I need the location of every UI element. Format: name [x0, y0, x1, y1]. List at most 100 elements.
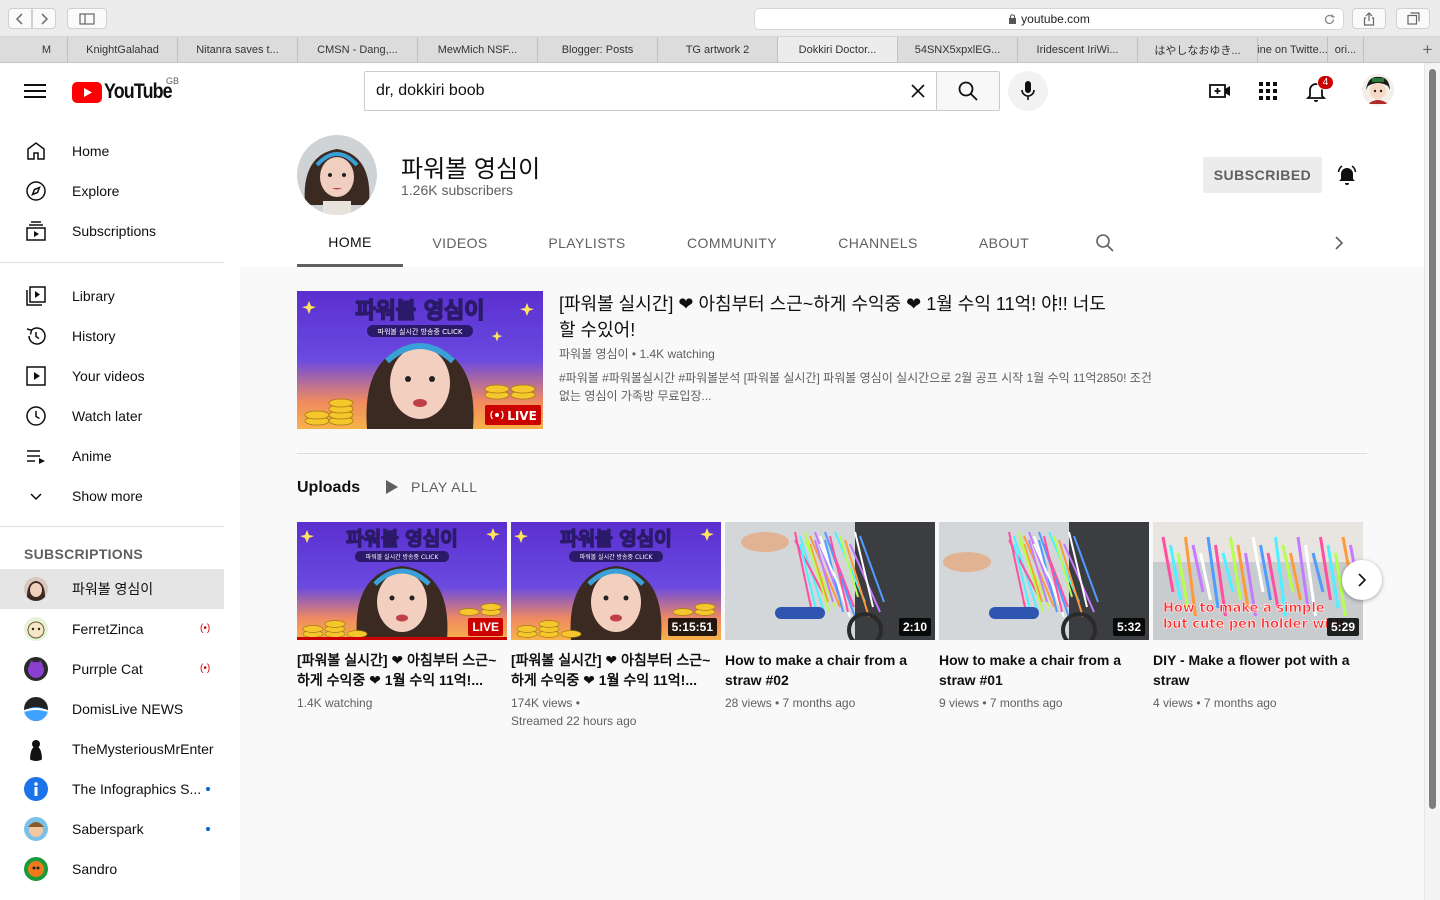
sidebar-item-your-videos[interactable]: Your videos [0, 356, 224, 396]
video-title[interactable]: DIY - Make a flower pot with a straw [1153, 650, 1363, 690]
video-card[interactable]: 파워볼 영심이 파워볼 실시간 방송중 CLICK 5:15:51 [파워볼 실시간]… [511, 522, 721, 730]
channel-name: 파워볼 영심이 [401, 156, 541, 183]
sidebar-item-explore[interactable]: Explore [0, 171, 224, 211]
tab-home[interactable]: HOME [297, 219, 403, 267]
play-all-button[interactable]: PLAY ALL [385, 479, 478, 495]
scrollbar-thumb[interactable] [1429, 69, 1436, 809]
search-box[interactable] [364, 71, 937, 111]
voice-search-button[interactable] [1008, 71, 1048, 111]
video-meta: 4 views • 7 months ago [1153, 694, 1363, 712]
subscription-item[interactable]: Purrple Cat (•) [0, 649, 224, 689]
video-title[interactable]: [파워볼 실시간] ❤ 아침부터 스근~하게 수익중 ❤ 1월 수익 11억!.… [297, 650, 507, 690]
sidebar-item-show-more[interactable]: Show more [0, 476, 224, 516]
browser-tab[interactable]: TG artwork 2 [658, 37, 778, 62]
address-bar[interactable]: youtube.com [754, 8, 1344, 30]
subscription-item[interactable]: The Infographics S... [0, 769, 224, 809]
browser-tab[interactable]: はやしなおゆき... [1138, 37, 1258, 62]
video-card[interactable]: 파워볼 영심이 파워볼 실시간 방송중 CLICK LIVE [파워볼 실시간] ❤ … [297, 522, 507, 712]
video-title[interactable]: How to make a chair from a straw #01 [939, 650, 1149, 690]
tab-videos[interactable]: VIDEOS [403, 219, 517, 267]
create-video-icon[interactable] [1208, 79, 1232, 103]
youtube-logo[interactable]: YouTube GB [72, 76, 184, 104]
saberspark-avatar-icon [24, 817, 48, 841]
featured-video-meta: 파워볼 영심이 • 1.4K watching [559, 347, 715, 361]
video-thumbnail[interactable]: 2:10 [725, 522, 935, 640]
forward-button[interactable] [32, 8, 56, 29]
uploads-section-title[interactable]: Uploads [297, 479, 360, 497]
hamburger-menu-icon[interactable] [24, 82, 48, 100]
your-videos-icon [26, 366, 46, 386]
browser-tab[interactable]: 54SNX5xpxlEG... [898, 37, 1018, 62]
sidebar-toggle-button[interactable] [67, 8, 107, 29]
subscription-item[interactable]: Sandro [0, 849, 224, 889]
subscription-item[interactable]: Saberspark [0, 809, 224, 849]
sidebar-item-subscriptions[interactable]: Subscriptions [0, 211, 224, 251]
reload-icon[interactable] [1323, 13, 1336, 26]
tab-playlists[interactable]: PLAYLISTS [517, 219, 657, 267]
browser-tab[interactable]: Dokkiri Doctor... [778, 37, 898, 62]
sidebar-item-watch-later[interactable]: Watch later [0, 396, 224, 436]
youtube-header: YouTube GB 4 [0, 63, 1424, 119]
video-thumbnail[interactable]: How to make a simple but cute pen holder … [1153, 522, 1363, 640]
ferret-avatar-icon [24, 617, 48, 641]
history-icon [26, 327, 46, 345]
channel-search-icon[interactable] [1095, 233, 1115, 253]
video-card[interactable]: 5:32 How to make a chair from a straw #01… [939, 522, 1149, 712]
featured-video-title[interactable]: [파워볼 실시간] ❤ 아침부터 스근~하게 수익중 ❤ 1월 수익 11억! … [559, 291, 1119, 343]
featured-video-thumbnail[interactable]: 파워볼 영심이 파워볼 실시간 방송중 CLICK LIVE [297, 291, 543, 429]
shelf-next-button[interactable] [1342, 560, 1382, 600]
browser-tab[interactable]: ori... [1328, 37, 1364, 62]
browser-tab[interactable]: ine on Twitte... [1258, 37, 1328, 62]
tab-overview-button[interactable] [1396, 8, 1430, 29]
browser-tab[interactable]: Iridescent IriWi... [1018, 37, 1138, 62]
video-card[interactable]: 2:10 How to make a chair from a straw #02… [725, 522, 935, 712]
video-thumbnail[interactable]: 파워볼 영심이 파워볼 실시간 방송중 CLICK LIVE [297, 522, 507, 640]
account-avatar[interactable] [1362, 74, 1394, 106]
video-title[interactable]: How to make a chair from a straw #02 [725, 650, 935, 690]
new-tab-button[interactable]: + [1415, 37, 1440, 62]
sidebar-item-history[interactable]: History [0, 316, 224, 356]
back-button[interactable] [8, 8, 32, 29]
chevron-right-icon[interactable] [1330, 234, 1348, 252]
browser-tab[interactable]: CMSN - Dang,... [298, 37, 418, 62]
channel-avatar[interactable] [297, 135, 377, 215]
search-input[interactable] [376, 82, 876, 100]
subscribed-button[interactable]: SUBSCRIBED [1203, 157, 1322, 193]
sidebar-icon [79, 12, 95, 25]
page-scrollbar[interactable] [1424, 63, 1440, 900]
subscription-item[interactable]: FerretZinca (•) [0, 609, 224, 649]
guide-sidebar: Home Explore Subscriptions Library Histo… [0, 119, 240, 900]
video-title[interactable]: [파워볼 실시간] ❤ 아침부터 스근~하게 수익중 ❤ 1월 수익 11억!.… [511, 650, 721, 690]
browser-tab[interactable]: KnightGalahad [68, 37, 178, 62]
sidebar-item-anime[interactable]: Anime [0, 436, 224, 476]
library-icon [26, 286, 46, 306]
tab-community[interactable]: COMMUNITY [657, 219, 807, 267]
sidebar-item-home[interactable]: Home [0, 131, 224, 171]
search-button[interactable] [936, 71, 1000, 111]
tab-about[interactable]: ABOUT [949, 219, 1059, 267]
sidebar-item-label: Show more [72, 488, 143, 504]
compass-icon [26, 181, 46, 201]
browser-tab[interactable]: Blogger: Posts [538, 37, 658, 62]
sidebar-item-library[interactable]: Library [0, 276, 224, 316]
share-button[interactable] [1352, 8, 1386, 29]
tab-channels[interactable]: CHANNELS [807, 219, 949, 267]
video-thumbnail[interactable]: 5:32 [939, 522, 1149, 640]
video-thumbnail[interactable]: 파워볼 영심이 파워볼 실시간 방송중 CLICK 5:15:51 [511, 522, 721, 640]
clear-search-icon[interactable] [909, 82, 927, 100]
subscription-item[interactable]: 파워볼 영심이 [0, 569, 224, 609]
channel-avatar-image [297, 135, 377, 215]
browser-toolbar: youtube.com [0, 0, 1440, 37]
video-card[interactable]: How to make a simple but cute pen holder … [1153, 522, 1363, 712]
apps-grid-icon[interactable] [1256, 79, 1280, 103]
subscription-item[interactable]: DomisLive NEWS [0, 689, 224, 729]
browser-tab[interactable]: MewMich NSF... [418, 37, 538, 62]
browser-tab[interactable]: M [0, 37, 68, 62]
live-indicator-icon: (•) [200, 623, 211, 634]
thumbnail-heading: 파워볼 영심이 [560, 528, 672, 550]
subscription-item[interactable]: TheMysteriousMrEnter [0, 729, 224, 769]
notification-bell-icon[interactable] [1335, 163, 1359, 187]
browser-tab[interactable]: Nitanra saves t... [178, 37, 298, 62]
subscription-label: Sandro [72, 861, 118, 877]
tab-strip: M KnightGalahad Nitanra saves t... CMSN - D… [0, 37, 1440, 63]
